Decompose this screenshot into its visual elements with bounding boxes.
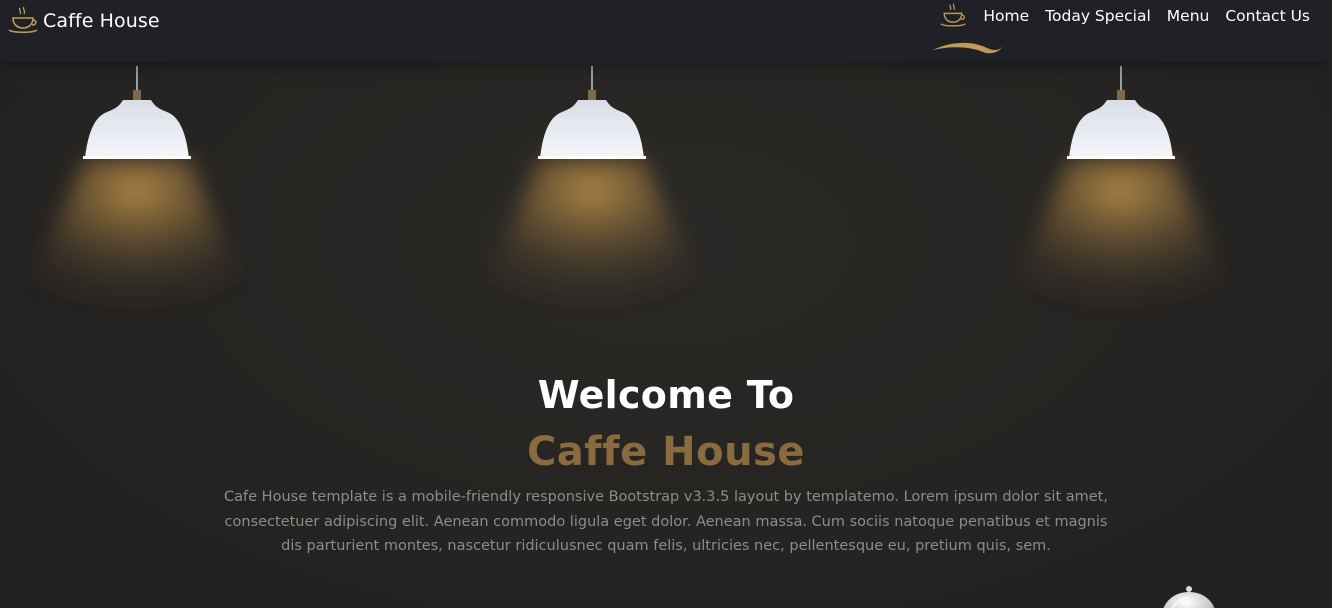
coffee-cup-icon: [8, 6, 38, 34]
nav-link-home[interactable]: Home: [975, 6, 1037, 26]
brand[interactable]: Caffe House: [7, 4, 160, 38]
nav-link-today-special[interactable]: Today Special: [1037, 6, 1159, 26]
nav-item-home[interactable]: Home: [933, 2, 1037, 54]
hero-title-welcome: Welcome To: [537, 373, 795, 417]
pendant-lamp-left: [0, 62, 277, 342]
pendant-lamp-center: [452, 62, 732, 342]
nav-link-menu[interactable]: Menu: [1159, 6, 1218, 26]
coffee-cup-icon: [940, 3, 967, 27]
pendant-lamp-right: [981, 62, 1261, 342]
brand-name: Caffe House: [43, 10, 160, 32]
cloche-image: [1163, 586, 1215, 608]
nav-link-contact-us[interactable]: Contact Us: [1217, 6, 1318, 26]
main-nav: Home Today Special Menu Contact Us: [933, 2, 1318, 54]
navbar: Caffe House Home Today Special Menu Cont…: [0, 0, 1332, 62]
hero-title-brand: Caffe House: [526, 429, 806, 475]
hero-description: Cafe House template is a mobile-friendly…: [224, 489, 1108, 554]
page: Caffe House Home Today Special Menu Cont…: [0, 0, 1332, 608]
active-underline-swirl-icon: [933, 42, 1006, 54]
